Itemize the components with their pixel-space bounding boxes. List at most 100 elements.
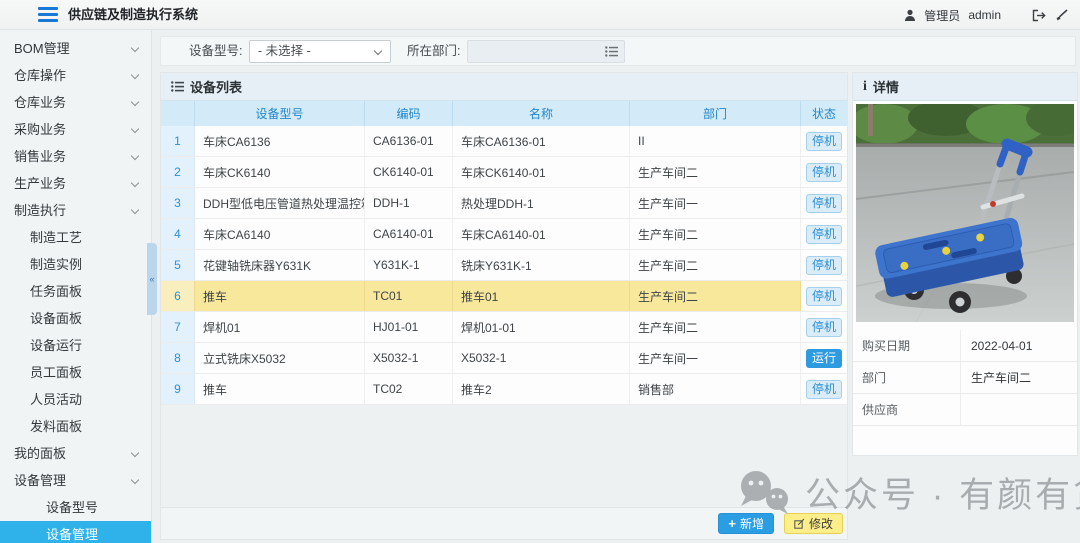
theme-brush-icon[interactable] xyxy=(1054,9,1068,22)
sidebar-item-equipment-running[interactable]: 设备运行 xyxy=(0,332,151,359)
chevron-down-icon xyxy=(131,476,139,484)
chevron-down-icon xyxy=(131,44,139,52)
cell-model: 车床CK6140 xyxy=(195,157,365,187)
list-icon xyxy=(171,81,184,92)
logout-icon[interactable] xyxy=(1031,9,1046,22)
table-row[interactable]: 2 车床CK6140 CK6140-01 车床CK6140-01 生产车间二 停… xyxy=(161,157,847,188)
top-bar: 供应链及制造执行系统 管理员 admin xyxy=(0,0,1080,30)
sidebar-item-sales-business[interactable]: 销售业务 xyxy=(0,143,151,170)
detail-label: 部门 xyxy=(853,362,961,393)
detail-label: 供应商 xyxy=(853,394,961,425)
user-role: 管理员 xyxy=(924,7,960,24)
cell-dept: 生产车间二 xyxy=(630,157,801,187)
cell-name: 热处理DDH-1 xyxy=(453,188,630,218)
status-badge[interactable]: 停机 xyxy=(806,287,842,306)
sidebar-item-manufacturing-process[interactable]: 制造工艺 xyxy=(0,224,151,251)
chevron-down-icon xyxy=(131,98,139,106)
device-list-header: 设备列表 xyxy=(161,73,847,101)
status-badge[interactable]: 停机 xyxy=(806,163,842,182)
status-badge[interactable]: 停机 xyxy=(806,256,842,275)
cell-code: DDH-1 xyxy=(365,188,453,218)
cell-name: 车床CA6136-01 xyxy=(453,126,630,156)
col-header-code: 编码 xyxy=(365,101,453,126)
table-row[interactable]: 9 推车 TC02 推车2 销售部 停机 xyxy=(161,374,847,405)
sidebar: BOM管理 仓库操作 仓库业务 采购业务 销售业务 生产业务 制造执行 制造工艺… xyxy=(0,30,152,543)
cell-index: 2 xyxy=(161,157,195,187)
cell-name: 推车01 xyxy=(453,281,630,311)
filter-bar: 设备型号: - 未选择 - 所在部门: xyxy=(160,36,1076,66)
cell-name: 车床CA6140-01 xyxy=(453,219,630,249)
chevron-down-icon xyxy=(131,152,139,160)
cell-dept: 生产车间二 xyxy=(630,281,801,311)
table-row[interactable]: 3 DDH型低电压管道热处理温控箱 DDH-1 热处理DDH-1 生产车间一 停… xyxy=(161,188,847,219)
sidebar-item-equipment-management-group[interactable]: 设备管理 xyxy=(0,467,151,494)
cell-index: 6 xyxy=(161,281,195,311)
detail-title: 详情 xyxy=(873,77,899,96)
cell-code: HJ01-01 xyxy=(365,312,453,342)
plus-icon: + xyxy=(728,517,736,530)
sidebar-item-equipment-panel[interactable]: 设备面板 xyxy=(0,305,151,332)
status-badge[interactable]: 停机 xyxy=(806,132,842,151)
cell-code: X5032-1 xyxy=(365,343,453,373)
table-header-row: 设备型号 编码 名称 部门 状态 xyxy=(161,101,847,126)
table-row-selected[interactable]: 6 推车 TC01 推车01 生产车间二 停机 xyxy=(161,281,847,312)
sidebar-item-equipment-management[interactable]: 设备管理 xyxy=(0,521,151,543)
detail-row: 供应商 xyxy=(853,394,1077,426)
chevron-down-icon xyxy=(131,71,139,79)
cell-model: 推车 xyxy=(195,281,365,311)
cell-code: TC02 xyxy=(365,374,453,404)
cell-dept: 生产车间一 xyxy=(630,343,801,373)
cell-model: 车床CA6140 xyxy=(195,219,365,249)
status-badge[interactable]: 停机 xyxy=(806,225,842,244)
sidebar-item-personnel-activity[interactable]: 人员活动 xyxy=(0,386,151,413)
col-header-dept: 部门 xyxy=(630,101,801,126)
cell-model: 焊机01 xyxy=(195,312,365,342)
detail-row: 购买日期 2022-04-01 xyxy=(853,330,1077,362)
table-row[interactable]: 8 立式铣床X5032 X5032-1 X5032-1 生产车间一 运行 xyxy=(161,343,847,374)
sidebar-item-equipment-model[interactable]: 设备型号 xyxy=(0,494,151,521)
cell-name: 铣床Y631K-1 xyxy=(453,250,630,280)
sidebar-item-my-panel[interactable]: 我的面板 xyxy=(0,440,151,467)
status-badge[interactable]: 停机 xyxy=(806,380,842,399)
sidebar-item-purchase-business[interactable]: 采购业务 xyxy=(0,116,151,143)
app-title: 供应链及制造执行系统 xyxy=(68,0,198,30)
cell-dept: II xyxy=(630,126,801,156)
chevron-down-icon xyxy=(374,47,382,55)
sidebar-item-warehouse-business[interactable]: 仓库业务 xyxy=(0,89,151,116)
status-badge-running[interactable]: 运行 xyxy=(806,349,842,368)
list-picker-icon[interactable] xyxy=(605,46,618,57)
cell-name: X5032-1 xyxy=(453,343,630,373)
cell-name: 车床CK6140-01 xyxy=(453,157,630,187)
sidebar-item-task-panel[interactable]: 任务面板 xyxy=(0,278,151,305)
table-row[interactable]: 7 焊机01 HJ01-01 焊机01-01 生产车间二 停机 xyxy=(161,312,847,343)
table-row[interactable]: 1 车床CA6136 CA6136-01 车床CA6136-01 II 停机 xyxy=(161,126,847,157)
department-input[interactable] xyxy=(467,40,625,63)
sidebar-item-bom-management[interactable]: BOM管理 xyxy=(0,35,151,62)
table-row[interactable]: 4 车床CA6140 CA6140-01 车床CA6140-01 生产车间二 停… xyxy=(161,219,847,250)
sidebar-collapse-handle[interactable]: « xyxy=(147,243,157,315)
sidebar-item-material-panel[interactable]: 发料面板 xyxy=(0,413,151,440)
status-badge[interactable]: 停机 xyxy=(806,318,842,337)
user-name: admin xyxy=(968,8,1001,22)
cell-code: CK6140-01 xyxy=(365,157,453,187)
table-row[interactable]: 5 花键轴铣床器Y631K Y631K-1 铣床Y631K-1 生产车间二 停机 xyxy=(161,250,847,281)
hamburger-menu-icon[interactable] xyxy=(38,7,58,23)
sidebar-item-employee-panel[interactable]: 员工面板 xyxy=(0,359,151,386)
wechat-icon xyxy=(735,468,793,516)
sidebar-item-manufacturing-execution[interactable]: 制造执行 xyxy=(0,197,151,224)
chevron-down-icon xyxy=(131,179,139,187)
col-header-status: 状态 xyxy=(801,101,847,126)
cell-model: 立式铣床X5032 xyxy=(195,343,365,373)
sidebar-item-warehouse-operation[interactable]: 仓库操作 xyxy=(0,62,151,89)
sidebar-item-manufacturing-instance[interactable]: 制造实例 xyxy=(0,251,151,278)
sidebar-item-production-business[interactable]: 生产业务 xyxy=(0,170,151,197)
detail-value: 生产车间二 xyxy=(961,369,1031,386)
detail-value: 2022-04-01 xyxy=(961,339,1032,353)
cart-photo-illustration xyxy=(856,104,1074,322)
cell-model: 推车 xyxy=(195,374,365,404)
device-model-select[interactable]: - 未选择 - xyxy=(249,40,391,63)
detail-panel: i 详情 xyxy=(852,72,1078,456)
chevron-down-icon xyxy=(131,449,139,457)
user-icon xyxy=(904,9,916,22)
status-badge[interactable]: 停机 xyxy=(806,194,842,213)
